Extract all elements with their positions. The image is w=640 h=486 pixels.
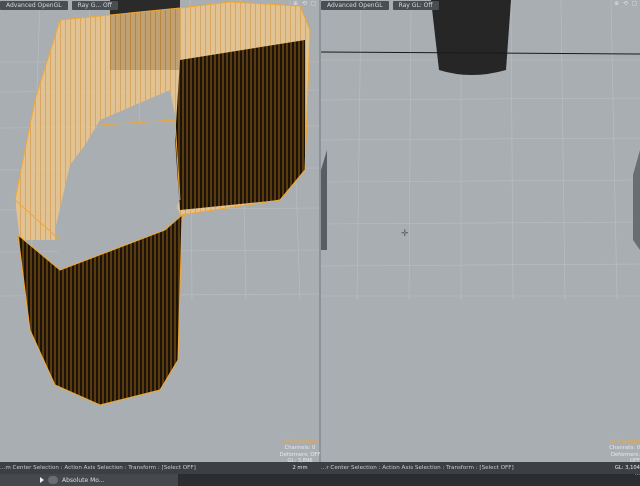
- mesh-wall-right: [175, 40, 305, 210]
- viewport-right[interactable]: ✛ Advanced OpenGL Ray GL: Off ⊕ ⟲ ▢: [321, 0, 640, 462]
- opengl-button-right[interactable]: Advanced OpenGL: [321, 0, 389, 10]
- zoom-icon[interactable]: ⊕: [292, 0, 299, 7]
- opengl-button-left[interactable]: Advanced OpenGL: [0, 0, 68, 10]
- rotate-icon[interactable]: ⟲: [301, 0, 308, 7]
- crosshair-icon: ✛: [401, 229, 409, 239]
- cursor-icon: [40, 477, 44, 483]
- viewport-right-info: All Polygons Channels: 0 Deformers: OFF …: [600, 439, 640, 477]
- viewport-left[interactable]: Advanced OpenGL Ray G... Off ⊕ ⟲ ▢: [0, 0, 319, 462]
- side-object-left-edge: [321, 150, 327, 250]
- maximize-icon[interactable]: ▢: [631, 0, 638, 7]
- scene-left: [0, 0, 319, 406]
- side-object-right-edge: [633, 150, 640, 250]
- absolute-mode-label: Absolute Mo...: [62, 476, 105, 484]
- viewport-left-info: 176 Polygons Channels: 0 Deformers: OFF …: [270, 439, 330, 471]
- viewport-right-header: Advanced OpenGL Ray GL: Off: [321, 0, 439, 10]
- viewport-left-icons: ⊕ ⟲ ▢: [292, 0, 317, 7]
- size-readout: ...: [635, 471, 640, 478]
- viewport-right-icons: ⊕ ⟲ ▢: [613, 0, 638, 7]
- size-readout: 2 mm: [292, 464, 308, 471]
- status-text-left: ...m Center Selection : Action Axis Sele…: [0, 465, 196, 471]
- zoom-icon[interactable]: ⊕: [613, 0, 620, 7]
- bottom-tab[interactable]: Absolute Mo...: [0, 474, 178, 486]
- viewport-left-header: Advanced OpenGL Ray G... Off: [0, 0, 118, 10]
- dark-object-right: [431, 0, 511, 75]
- scene-right: ✛: [321, 0, 640, 301]
- status-text-right: ...r Center Selection : Action Axis Sele…: [321, 465, 514, 471]
- maximize-icon[interactable]: ▢: [310, 0, 317, 7]
- bottom-bar: Absolute Mo...: [0, 474, 640, 486]
- rotate-icon[interactable]: ⟲: [622, 0, 629, 7]
- raygl-button-right[interactable]: Ray GL: Off: [392, 0, 439, 10]
- absolute-mode-toggle[interactable]: [48, 476, 58, 484]
- raygl-button-left[interactable]: Ray G... Off: [71, 0, 118, 10]
- deformers-readout: Deformers: OFF: [610, 451, 640, 465]
